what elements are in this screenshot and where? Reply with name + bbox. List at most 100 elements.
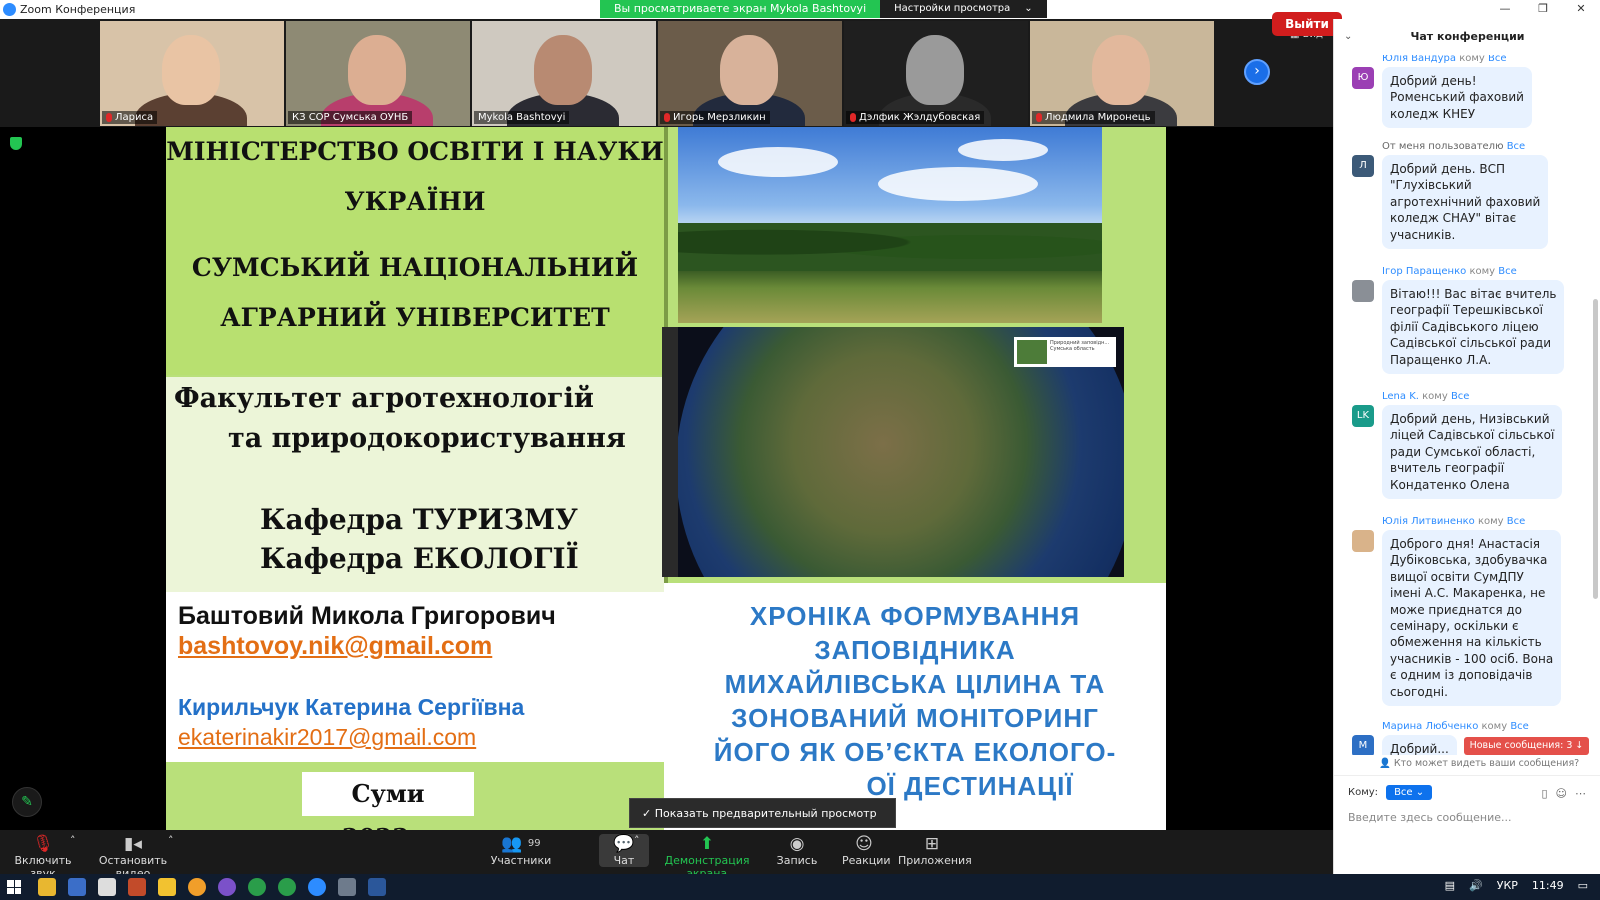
recipient-row: Кому: Все ⌄: [1348, 785, 1433, 800]
message-line: коледж КНЕУ: [1390, 106, 1476, 121]
reactions-button[interactable]: ☺ Реакции: [842, 834, 891, 867]
apps-button[interactable]: ⊞ Приложения: [898, 834, 972, 867]
close-button[interactable]: ✕: [1562, 0, 1600, 19]
chat-options-chevron-icon[interactable]: ˄: [634, 834, 640, 847]
view-options-button[interactable]: Настройки просмотра ⌄: [880, 0, 1047, 18]
participant-name-tag: Игорь Мерзликин: [660, 111, 770, 124]
language-indicator[interactable]: УКР: [1497, 879, 1518, 892]
maximize-button[interactable]: ❐: [1524, 0, 1562, 19]
participant-head: [534, 35, 592, 105]
person-icon: 👤: [1379, 758, 1391, 769]
meeting-toolbar: 🎙 Включить звук ˄ ▮◂ Остановить видео ˄ …: [0, 830, 1333, 880]
network-icon[interactable]: ▤: [1445, 879, 1455, 892]
message-bubble: Добрий день. ВСП "Глухівський агротехніч…: [1382, 155, 1549, 250]
chat-scrollbar[interactable]: [1593, 299, 1598, 599]
participants-button[interactable]: 👥 99 Участники: [490, 834, 552, 867]
message-meta: Юлія Вандура кому Все: [1382, 55, 1507, 64]
zoom-logo-icon: [3, 3, 16, 16]
app-icon[interactable]: [188, 878, 206, 896]
participant-name-tag: КЗ СОР Сумська ОУНБ: [288, 111, 413, 124]
message-line: вищої освіти СумДПУ: [1390, 569, 1524, 584]
message-sender: Lena K.: [1382, 391, 1419, 402]
cloud: [878, 167, 1038, 201]
chat-message-input[interactable]: Введите здесь сообщение...: [1348, 811, 1512, 824]
message-recipient: Все: [1488, 55, 1507, 64]
participant-name: Дэлфик Жэлдубовская: [859, 112, 981, 123]
city-year: Суми 2023р.: [302, 772, 474, 830]
leave-button[interactable]: Выйти: [1272, 12, 1342, 36]
new-messages-button[interactable]: Новые сообщения: 3 ↓: [1464, 737, 1589, 755]
message-bubble: Добрий...: [1382, 735, 1457, 755]
chrome-icon[interactable]: [248, 878, 266, 896]
chat-button[interactable]: 💬 Чат: [599, 834, 649, 867]
word-icon[interactable]: [368, 878, 386, 896]
faculty-line-2: та природокористування: [228, 423, 626, 454]
department-ecology: Кафедра ЕКОЛОГІЇ: [260, 542, 579, 575]
message-recipient: Все: [1498, 266, 1517, 277]
new-messages-label: Новые сообщения: 3: [1469, 740, 1573, 751]
zoom-window: Zoom Конференция Вы просматриваете экран…: [0, 0, 1600, 900]
annotate-pen-icon[interactable]: ✎: [12, 787, 42, 817]
file-explorer-icon[interactable]: [38, 878, 56, 896]
emoji-icon[interactable]: ☺: [1556, 787, 1567, 800]
app-icon[interactable]: [128, 878, 146, 896]
sender-avatar: М: [1352, 735, 1374, 755]
video-tile-2[interactable]: Mykola Bashtovyi: [472, 21, 656, 126]
share-banner: Вы просматриваете экран Mykola Bashtovyi…: [600, 0, 1047, 18]
encryption-shield-icon[interactable]: [10, 137, 22, 150]
notifications-icon[interactable]: ▭: [1578, 879, 1588, 892]
save-icon[interactable]: [68, 878, 86, 896]
message-bubble: Добрий день, Низівський ліцей Садівської…: [1382, 405, 1563, 500]
more-icon[interactable]: ⋯: [1575, 787, 1586, 800]
video-tile-5[interactable]: Людмила Миронець: [1030, 21, 1214, 126]
share-screen-icon: ⬆: [699, 834, 715, 854]
chat-messages[interactable]: Юлія Вандура кому Все Ю Добрий день! Ром…: [1334, 55, 1594, 755]
chat-preview-toggle[interactable]: ✓ Показать предварительный просмотр чата: [629, 798, 896, 850]
viewing-screen-label: Вы просматриваете экран Mykola Bashtovyi: [600, 0, 881, 18]
document-icon[interactable]: [98, 878, 116, 896]
emoji-icon: ☺: [855, 834, 873, 854]
who-can-see-label: Кто может видеть ваши сообщения?: [1393, 758, 1580, 769]
record-button[interactable]: ◉ Запись: [776, 834, 818, 867]
windows-taskbar: ▤ 🔊 УКР 11:49 ▭: [0, 874, 1600, 900]
minimize-button[interactable]: —: [1486, 0, 1524, 19]
message-to-word: кому: [1422, 391, 1448, 402]
participants-count: 99: [527, 838, 541, 849]
message-line: Добрий день, Низівський: [1390, 412, 1550, 426]
video-tile-4[interactable]: Дэлфик Жэлдубовская: [844, 21, 1028, 126]
message-line: може приєднатся до: [1390, 602, 1523, 617]
participant-name: Лариса: [115, 112, 154, 123]
participant-name: Людмила Миронець: [1045, 112, 1151, 123]
video-tile-3[interactable]: Игорь Мерзликин: [658, 21, 842, 126]
app-icon[interactable]: [338, 878, 356, 896]
chevron-down-icon: ⌄: [1024, 3, 1033, 14]
ministry-line-1: МІНІСТЕРСТВО ОСВІТИ І НАУКИ: [166, 137, 664, 166]
report-title-line-2: ЗАПОВІДНИКА: [814, 635, 1016, 665]
message-to-word: кому: [1459, 55, 1485, 64]
participant-head: [348, 35, 406, 105]
video-options-chevron-icon[interactable]: ˄: [168, 834, 174, 847]
ministry-line-2: УКРАЇНИ: [344, 187, 486, 216]
report-title: ХРОНІКА ФОРМУВАННЯ ЗАПОВІДНИКА МИХАЙЛІВС…: [664, 583, 1166, 830]
video-tile-0[interactable]: Лариса: [100, 21, 284, 126]
who-can-see-link[interactable]: 👤 Кто может видеть ваши сообщения?: [1379, 758, 1579, 769]
participant-name-tag: Дэлфик Жэлдубовская: [846, 111, 985, 124]
message-line: обмеження на кількість: [1390, 635, 1542, 650]
zoom-taskbar-icon[interactable]: [308, 878, 326, 896]
volume-icon[interactable]: 🔊: [1469, 879, 1483, 892]
chrome-icon[interactable]: [278, 878, 296, 896]
windows-start-icon[interactable]: [7, 880, 21, 894]
faculty-block: Факультет агротехнологій та природокорис…: [166, 377, 664, 592]
clock[interactable]: 11:49: [1532, 879, 1564, 892]
chat-title: Чат конференции: [1410, 30, 1525, 43]
file-icon[interactable]: ▯: [1541, 787, 1547, 800]
recipient-select[interactable]: Все ⌄: [1386, 785, 1433, 800]
app-icon[interactable]: [158, 878, 176, 896]
viber-icon[interactable]: [218, 878, 236, 896]
department-tourism: Кафедра ТУРИЗМУ: [260, 503, 578, 536]
audio-options-chevron-icon[interactable]: ˄: [70, 834, 76, 847]
video-tile-1[interactable]: КЗ СОР Сумська ОУНБ: [286, 21, 470, 126]
next-page-arrow-icon[interactable]: ›: [1244, 59, 1270, 85]
message-sender: Ігор Паращенко: [1382, 266, 1467, 277]
muted-mic-icon: [664, 113, 670, 122]
